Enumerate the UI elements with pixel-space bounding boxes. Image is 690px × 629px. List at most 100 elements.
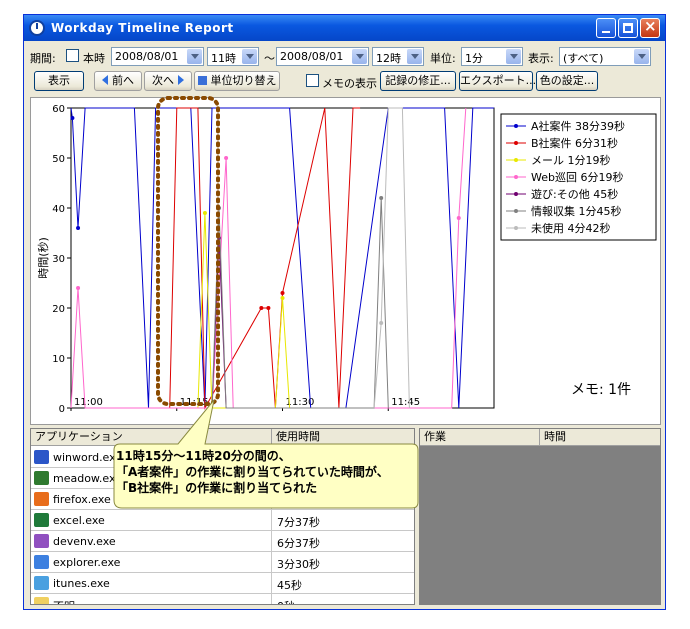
- work-table[interactable]: 作業 時間: [419, 428, 661, 605]
- legend-marker: [514, 158, 518, 162]
- legend-marker: [514, 124, 518, 128]
- legend-marker: [514, 175, 518, 179]
- legend-entry: A社案件 38分39秒: [531, 119, 625, 133]
- column-header-time[interactable]: 時間: [540, 429, 660, 446]
- data-point: [202, 211, 207, 215]
- application-cell: 不明: [31, 594, 272, 604]
- data-point: [70, 116, 75, 120]
- work-table-header: 作業 時間: [420, 429, 660, 446]
- table-row[interactable]: excel.exe 7分37秒: [31, 510, 414, 531]
- data-point: [379, 321, 384, 325]
- title-bar[interactable]: Workday Timeline Report ×: [24, 15, 665, 41]
- itunes-icon: [34, 576, 49, 590]
- legend-entry: 遊び:その他 45秒: [531, 187, 618, 201]
- application-cell: devenv.exe: [31, 531, 272, 551]
- unit-value: 1分: [465, 52, 483, 65]
- data-point: [76, 286, 81, 290]
- chevron-down-icon[interactable]: [242, 49, 257, 64]
- callout-line-2: 「A者案件」の作業に割り当てられていた時間が、: [116, 465, 389, 479]
- range-tilde: ～: [264, 52, 275, 65]
- window-title: Workday Timeline Report: [51, 21, 234, 35]
- prev-button[interactable]: 前へ: [94, 71, 142, 91]
- meadow-icon: [34, 471, 49, 485]
- application-name: 不明: [53, 598, 75, 604]
- unit-select[interactable]: 1分: [461, 47, 523, 66]
- application-cell: excel.exe: [31, 510, 272, 530]
- table-row[interactable]: explorer.exe 3分30秒: [31, 552, 414, 573]
- legend-entry: Web巡回 6分19秒: [531, 170, 623, 184]
- maximize-button[interactable]: [618, 18, 638, 38]
- memo-checkbox[interactable]: [306, 74, 319, 87]
- legend-marker: [514, 141, 518, 145]
- color-settings-button[interactable]: 色の設定...: [536, 71, 598, 91]
- export-button[interactable]: エクスポート...: [459, 71, 536, 91]
- legend-marker: [514, 192, 518, 196]
- end-date-select[interactable]: 2008/08/01: [276, 47, 369, 66]
- chevron-down-icon[interactable]: [634, 49, 649, 64]
- chevron-down-icon[interactable]: [187, 49, 202, 64]
- next-button[interactable]: 次へ: [144, 71, 192, 91]
- excel-icon: [34, 513, 49, 527]
- folder-icon: [34, 597, 49, 604]
- fix-records-button[interactable]: 記録の修正...: [380, 71, 456, 91]
- chart-svg: 0102030405060時間(秒)11:00 11:15 11:30 11:45A社…: [36, 104, 657, 415]
- chevron-down-icon[interactable]: [407, 49, 422, 64]
- y-tick-label: 0: [59, 404, 65, 415]
- period-toolbar: 期間: 本時 2008/08/01 11時 ～ 2008/08/01 12時 単…: [24, 45, 665, 67]
- close-button[interactable]: ×: [640, 17, 660, 38]
- end-hour-value: 12時: [376, 52, 401, 65]
- chevron-down-icon[interactable]: [506, 49, 521, 64]
- memo-count-label: メモ: 1件: [571, 382, 631, 398]
- table-row[interactable]: devenv.exe 6分37秒: [31, 531, 414, 552]
- action-toolbar: 表示 前へ 次へ 単位切り替え メモの表示 記録の修正... エクスポート...…: [24, 70, 665, 92]
- table-row[interactable]: 不明 0秒: [31, 594, 414, 604]
- legend-entry: B社案件 6分31秒: [531, 136, 618, 150]
- unit-label: 単位:: [430, 52, 456, 65]
- current-hour-label: 本時: [83, 52, 105, 65]
- plot-area: [70, 107, 495, 409]
- x-tick-label: 11:45: [391, 397, 420, 408]
- word-icon: [34, 450, 49, 464]
- memo-label: メモの表示: [322, 77, 377, 90]
- start-hour-value: 11時: [211, 52, 236, 65]
- legend-entry: 情報収集 1分45秒: [531, 204, 622, 218]
- display-select[interactable]: (すべて): [559, 47, 651, 66]
- show-button[interactable]: 表示: [34, 71, 84, 91]
- legend-marker: [514, 209, 518, 213]
- application-name: itunes.exe: [53, 577, 110, 590]
- data-point: [456, 216, 461, 220]
- legend-entry: 未使用 4分42秒: [531, 221, 611, 235]
- display-label: 表示:: [528, 52, 554, 65]
- data-point: [76, 226, 81, 230]
- usage-time: 0秒: [277, 598, 295, 604]
- main-window: Workday Timeline Report × 期間: 本時 2008/08…: [23, 14, 666, 610]
- column-header-usage-time[interactable]: 使用時間: [272, 429, 414, 446]
- y-axis-label: 時間(秒): [36, 237, 50, 279]
- unit-toggle-button[interactable]: 単位切り替え: [194, 71, 280, 91]
- application-name: meadow.exe: [53, 472, 122, 485]
- application-name: devenv.exe: [53, 535, 116, 548]
- data-point: [217, 206, 222, 210]
- chevron-down-icon[interactable]: [352, 49, 367, 64]
- minimize-button[interactable]: [596, 18, 616, 38]
- application-cell: itunes.exe: [31, 573, 272, 593]
- data-point: [379, 196, 384, 200]
- close-icon: ×: [644, 17, 657, 35]
- callout-line-1: 11時15分～11時20分の間の、: [116, 449, 291, 463]
- data-point: [266, 306, 271, 310]
- usage-time: 7分37秒: [277, 516, 320, 529]
- column-header-work[interactable]: 作業: [420, 429, 540, 446]
- y-tick-label: 30: [52, 254, 65, 265]
- table-row[interactable]: itunes.exe 45秒: [31, 573, 414, 594]
- end-date-value: 2008/08/01: [280, 50, 344, 63]
- explorer-icon: [34, 555, 49, 569]
- application-name: explorer.exe: [53, 556, 121, 569]
- end-hour-select[interactable]: 12時: [372, 47, 424, 66]
- current-hour-checkbox[interactable]: [66, 49, 79, 62]
- data-point: [280, 296, 285, 300]
- start-date-select[interactable]: 2008/08/01: [111, 47, 204, 66]
- data-point: [224, 156, 229, 160]
- start-date-value: 2008/08/01: [115, 50, 179, 63]
- start-hour-select[interactable]: 11時: [207, 47, 259, 66]
- column-header-application[interactable]: アプリケーション: [31, 429, 272, 446]
